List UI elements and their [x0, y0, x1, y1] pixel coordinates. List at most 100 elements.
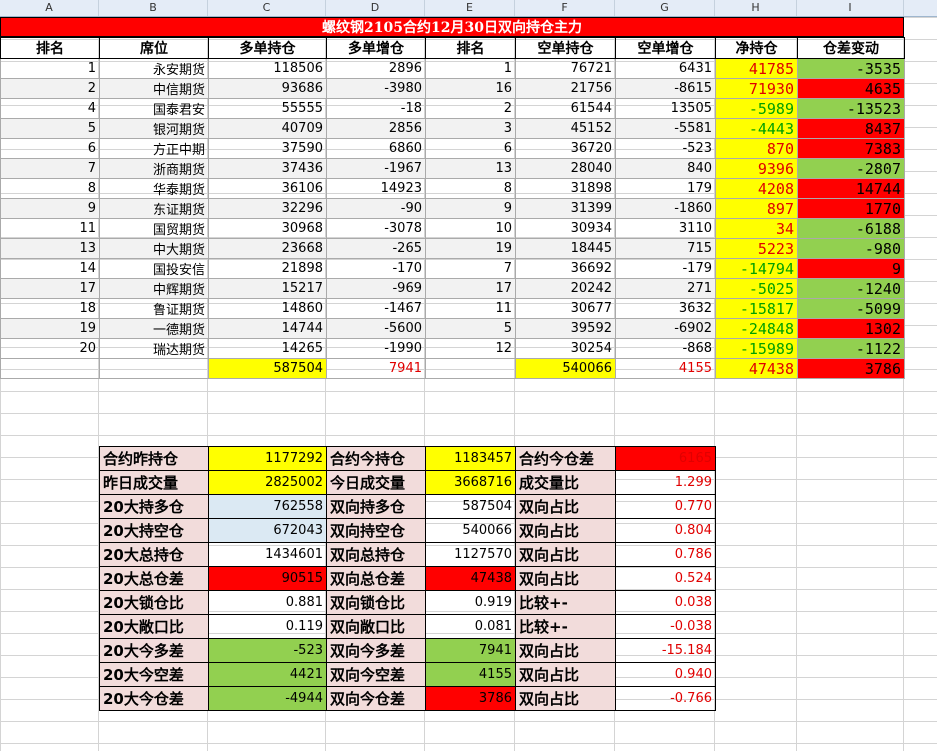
summary-label[interactable]: 合约昨持仓: [99, 446, 209, 471]
long-chg-cell[interactable]: -18: [326, 98, 426, 119]
summary-label[interactable]: 20大持空仓: [99, 518, 209, 543]
col-header-g[interactable]: G: [615, 0, 715, 16]
col-header-i[interactable]: I: [797, 0, 904, 16]
diff-cell[interactable]: 1770: [797, 198, 905, 219]
summary-label[interactable]: 20大敞口比: [99, 614, 209, 639]
seat-cell[interactable]: 一德期货: [99, 318, 209, 339]
summary-label[interactable]: 20大总持仓: [99, 542, 209, 567]
summary-label[interactable]: 双向占比: [515, 686, 616, 711]
short-cell[interactable]: 36720: [515, 138, 616, 159]
header-long[interactable]: 多单持仓: [208, 37, 327, 59]
net-cell[interactable]: 870: [715, 138, 798, 159]
col-header-e[interactable]: E: [425, 0, 515, 16]
long-cell[interactable]: 14744: [208, 318, 327, 339]
long-cell[interactable]: 14860: [208, 298, 327, 319]
rank-cell[interactable]: 5: [0, 118, 100, 139]
rank-cell[interactable]: 8: [0, 178, 100, 199]
rank-cell[interactable]: 7: [0, 158, 100, 179]
summary-label[interactable]: 双向占比: [515, 566, 616, 591]
net-cell[interactable]: 9396: [715, 158, 798, 179]
net-cell[interactable]: 897: [715, 198, 798, 219]
seat-cell[interactable]: 华泰期货: [99, 178, 209, 199]
net-cell[interactable]: -5989: [715, 98, 798, 119]
diff-cell[interactable]: -2807: [797, 158, 905, 179]
long-chg-cell[interactable]: -90: [326, 198, 426, 219]
summary-value[interactable]: 0.940: [615, 662, 716, 687]
summary-value[interactable]: 762558: [208, 494, 327, 519]
header-short-chg[interactable]: 空单增仓: [615, 37, 716, 59]
rank-cell[interactable]: 1: [0, 58, 100, 79]
summary-value[interactable]: 1.299: [615, 470, 716, 495]
seat-cell[interactable]: 东证期货: [99, 198, 209, 219]
summary-value[interactable]: 1127570: [425, 542, 516, 567]
col-header-h[interactable]: H: [715, 0, 797, 16]
long-cell[interactable]: 118506: [208, 58, 327, 79]
short-cell[interactable]: 30677: [515, 298, 616, 319]
total-short[interactable]: 540066: [515, 358, 616, 379]
short-chg-cell[interactable]: -868: [615, 338, 716, 359]
long-cell[interactable]: 37590: [208, 138, 327, 159]
short-chg-cell[interactable]: 271: [615, 278, 716, 299]
long-cell[interactable]: 37436: [208, 158, 327, 179]
summary-value[interactable]: 672043: [208, 518, 327, 543]
col-header-f[interactable]: F: [515, 0, 615, 16]
diff-cell[interactable]: -3535: [797, 58, 905, 79]
short-cell[interactable]: 31399: [515, 198, 616, 219]
sheet-title[interactable]: 螺纹钢2105合约12月30日双向持仓主力: [0, 17, 904, 37]
total-diff[interactable]: 3786: [797, 358, 905, 379]
summary-value[interactable]: 4155: [425, 662, 516, 687]
summary-value[interactable]: 1183457: [425, 446, 516, 471]
short-rank-cell[interactable]: 7: [425, 258, 516, 279]
short-rank-cell[interactable]: 3: [425, 118, 516, 139]
header-short[interactable]: 空单持仓: [515, 37, 616, 59]
short-chg-cell[interactable]: 715: [615, 238, 716, 259]
short-rank-cell[interactable]: 17: [425, 278, 516, 299]
long-chg-cell[interactable]: -3980: [326, 78, 426, 99]
summary-label[interactable]: 双向占比: [515, 494, 616, 519]
diff-cell[interactable]: 14744: [797, 178, 905, 199]
diff-cell[interactable]: 8437: [797, 118, 905, 139]
short-chg-cell[interactable]: 3632: [615, 298, 716, 319]
summary-value[interactable]: 0.524: [615, 566, 716, 591]
long-chg-cell[interactable]: -1990: [326, 338, 426, 359]
summary-label[interactable]: 双向锁仓比: [326, 590, 426, 615]
summary-value[interactable]: -4944: [208, 686, 327, 711]
summary-value[interactable]: 0.919: [425, 590, 516, 615]
net-cell[interactable]: -15989: [715, 338, 798, 359]
summary-label[interactable]: 双向今空差: [326, 662, 426, 687]
short-rank-cell[interactable]: 16: [425, 78, 516, 99]
long-chg-cell[interactable]: -5600: [326, 318, 426, 339]
net-cell[interactable]: -14794: [715, 258, 798, 279]
rank-cell[interactable]: 13: [0, 238, 100, 259]
long-chg-cell[interactable]: 14923: [326, 178, 426, 199]
diff-cell[interactable]: -13523: [797, 98, 905, 119]
summary-label[interactable]: 合约今仓差: [515, 446, 616, 471]
summary-label[interactable]: 双向今多差: [326, 638, 426, 663]
seat-cell[interactable]: 国泰君安: [99, 98, 209, 119]
long-cell[interactable]: 23668: [208, 238, 327, 259]
total-short-chg[interactable]: 4155: [615, 358, 716, 379]
long-cell[interactable]: 32296: [208, 198, 327, 219]
short-chg-cell[interactable]: 13505: [615, 98, 716, 119]
summary-label[interactable]: 比较+-: [515, 614, 616, 639]
seat-cell[interactable]: 瑞达期货: [99, 338, 209, 359]
net-cell[interactable]: -5025: [715, 278, 798, 299]
short-cell[interactable]: 21756: [515, 78, 616, 99]
short-chg-cell[interactable]: -5581: [615, 118, 716, 139]
summary-label[interactable]: 双向敞口比: [326, 614, 426, 639]
net-cell[interactable]: -4443: [715, 118, 798, 139]
rank-cell[interactable]: 9: [0, 198, 100, 219]
seat-cell[interactable]: 中辉期货: [99, 278, 209, 299]
long-chg-cell[interactable]: 2896: [326, 58, 426, 79]
header-long-chg[interactable]: 多单增仓: [326, 37, 426, 59]
summary-value[interactable]: 540066: [425, 518, 516, 543]
short-chg-cell[interactable]: 6431: [615, 58, 716, 79]
rank-cell[interactable]: 11: [0, 218, 100, 239]
summary-value[interactable]: 0.804: [615, 518, 716, 543]
summary-label[interactable]: 20大锁仓比: [99, 590, 209, 615]
long-chg-cell[interactable]: -1467: [326, 298, 426, 319]
seat-cell[interactable]: 银河期货: [99, 118, 209, 139]
summary-value[interactable]: 0.081: [425, 614, 516, 639]
summary-label[interactable]: 20大总仓差: [99, 566, 209, 591]
summary-value[interactable]: 0.786: [615, 542, 716, 567]
